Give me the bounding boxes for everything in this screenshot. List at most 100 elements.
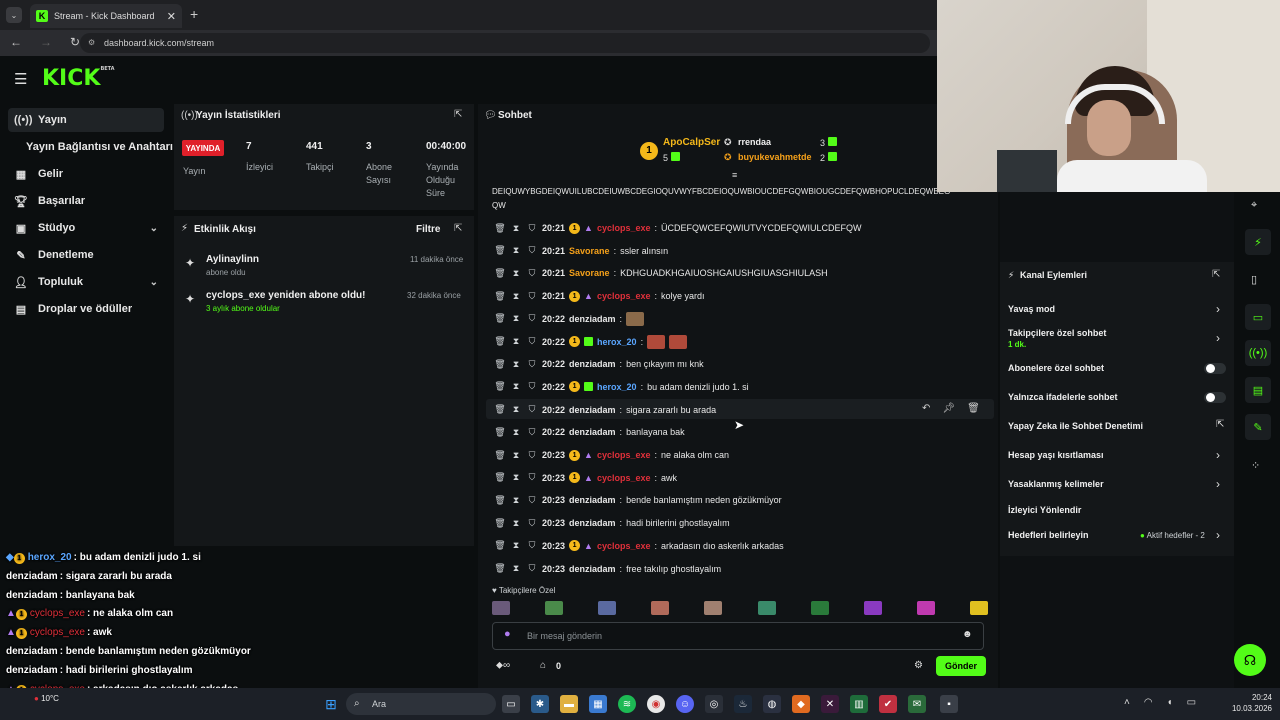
- wifi-icon[interactable]: ◠: [1144, 697, 1153, 708]
- timeout-icon[interactable]: ⧗: [510, 472, 522, 483]
- sidebar-item-basarilar[interactable]: 🏆︎ Başarılar: [8, 189, 164, 213]
- menu-icon[interactable]: ☰: [14, 70, 27, 88]
- emote-icon[interactable]: [810, 601, 829, 615]
- sidebar-item-yayin[interactable]: ((•)) Yayın: [8, 108, 164, 132]
- more-icon[interactable]: ⁘: [1251, 459, 1260, 472]
- mod-shield-icon[interactable]: ⛉: [526, 223, 538, 234]
- message-username[interactable]: denziadam: [569, 314, 616, 324]
- chat-message[interactable]: 🗑︎ ⧗ ⛉ 20:22 denziadam:: [494, 310, 645, 328]
- timeout-icon[interactable]: ⧗: [510, 336, 522, 347]
- delete-icon[interactable]: 🗑︎: [494, 450, 506, 461]
- send-button[interactable]: Gönder: [936, 656, 986, 676]
- chat-rail-icon[interactable]: ▭: [1245, 304, 1271, 330]
- chat-message-input[interactable]: Bir mesaj gönderin: [492, 622, 984, 650]
- chat-message[interactable]: 🗑︎ ⧗ ⛉ 20:23 denziadam: hadi birilerini ghost…: [494, 514, 729, 532]
- chat-message[interactable]: 🗑︎ ⧗ ⛉ 20:21 1 ▲ cyclops_exe: ÜCDEFQWCEFQWIUTVY…: [494, 219, 862, 237]
- timeout-icon[interactable]: ⧗: [510, 450, 522, 461]
- followers-chat-item[interactable]: Takipçilere özel sohbet: [1008, 328, 1106, 338]
- kick-logo[interactable]: KICKBETA: [42, 66, 115, 91]
- quick-actions-icon[interactable]: ⚡︎: [1245, 229, 1271, 255]
- volume-icon[interactable]: ◖: [1167, 697, 1173, 708]
- chrome-icon[interactable]: ◉: [647, 695, 665, 713]
- chat-message[interactable]: 🗑︎ ⧗ ⛉ 20:23 denziadam: free takılıp ghostlay…: [494, 560, 721, 578]
- timeout-icon[interactable]: ⧗: [510, 313, 522, 324]
- sidebar-item-droplar[interactable]: ▤ Droplar ve ödüller: [8, 297, 164, 321]
- close-tab-icon[interactable]: ✕: [167, 10, 176, 23]
- spotify-icon[interactable]: ≋: [618, 695, 636, 713]
- photos-icon[interactable]: ▦: [589, 695, 607, 713]
- timeout-icon[interactable]: ⧗: [510, 563, 522, 574]
- delete-icon[interactable]: 🗑︎: [494, 223, 506, 234]
- timeout-icon[interactable]: ⧗: [510, 427, 522, 438]
- timeout-icon[interactable]: ⧗: [510, 540, 522, 551]
- taskbar-search[interactable]: Ara: [346, 693, 496, 715]
- chat-message[interactable]: 🗑︎ ⧗ ⛉ 20:22 1 herox_20: bu adam denizli judo …: [494, 378, 749, 396]
- broadcast-rail-icon[interactable]: ((•)): [1245, 340, 1271, 366]
- message-username[interactable]: cyclops_exe: [597, 473, 651, 483]
- chevron-right-icon[interactable]: ›: [1216, 528, 1220, 542]
- weather-widget[interactable]: ● 10°C: [34, 694, 59, 703]
- reload-icon[interactable]: ↻: [70, 35, 80, 49]
- sidebar-item-denetleme[interactable]: ✎ Denetleme: [8, 243, 164, 267]
- mod-shield-icon[interactable]: ⛉: [526, 450, 538, 461]
- delete-icon[interactable]: 🗑︎: [494, 540, 506, 551]
- emote-icon[interactable]: [492, 601, 510, 615]
- mod-shield-icon[interactable]: ⛉: [526, 245, 538, 256]
- timeout-icon[interactable]: ⧗: [510, 359, 522, 370]
- popout-icon[interactable]: ⇱: [454, 109, 462, 120]
- chat-message[interactable]: 🗑︎ ⧗ ⛉ 20:22 denziadam: sigara zararlı bu ara…: [494, 401, 716, 419]
- delete-icon[interactable]: 🗑︎: [494, 313, 506, 324]
- emote-icon[interactable]: [863, 601, 882, 615]
- chat-message[interactable]: 🗑︎ ⧗ ⛉ 20:22 denziadam: ben çıkayım mı knk: [494, 355, 703, 373]
- mod-shield-icon[interactable]: ⛉: [526, 291, 538, 302]
- app-icon[interactable]: ◍: [763, 695, 781, 713]
- file-explorer-icon[interactable]: ▬: [560, 695, 578, 713]
- filter-button[interactable]: Filtre: [416, 224, 440, 235]
- subs-chat-toggle[interactable]: [1204, 363, 1226, 374]
- message-username[interactable]: denziadam: [569, 564, 616, 574]
- chevron-right-icon[interactable]: ›: [1216, 302, 1220, 316]
- emote-icon[interactable]: [916, 601, 935, 615]
- store-icon[interactable]: ⌂: [540, 660, 546, 671]
- delete-icon[interactable]: 🗑︎: [494, 245, 506, 256]
- back-icon[interactable]: ←: [10, 35, 22, 49]
- message-username[interactable]: herox_20: [597, 382, 637, 392]
- message-username[interactable]: Savorane: [569, 268, 610, 278]
- tab-search-button[interactable]: ⌄: [6, 7, 22, 23]
- wrench-icon[interactable]: ✎: [1245, 414, 1271, 440]
- mod-shield-icon[interactable]: ⛉: [526, 427, 538, 438]
- delete-icon[interactable]: 🗑︎: [494, 381, 506, 392]
- goals-item[interactable]: Hedefleri belirleyin: [1008, 530, 1089, 540]
- layout-rail-icon[interactable]: ▤: [1245, 377, 1271, 403]
- message-username[interactable]: cyclops_exe: [597, 541, 651, 551]
- timeout-icon[interactable]: ⧗: [510, 404, 522, 415]
- app-icon[interactable]: ▪: [940, 695, 958, 713]
- delete-icon[interactable]: 🗑︎: [494, 495, 506, 506]
- help-icon[interactable]: ☊: [1234, 644, 1266, 676]
- chat-message[interactable]: 🗑︎ ⧗ ⛉ 20:23 1 ▲ cyclops_exe: ne alaka olm can: [494, 446, 729, 464]
- steam-icon[interactable]: ♨: [734, 695, 752, 713]
- slow-mode-item[interactable]: Yavaş mod: [1008, 304, 1055, 314]
- chat-message[interactable]: 🗑︎ ⧗ ⛉ 20:22 denziadam: banlayana bak: [494, 423, 684, 441]
- timeout-icon[interactable]: ⧗: [510, 291, 522, 302]
- gear-icon[interactable]: ⚙: [914, 660, 923, 671]
- delete-icon[interactable]: 🗑︎: [494, 427, 506, 438]
- timeout-icon[interactable]: ⧗: [510, 223, 522, 234]
- redirect-item[interactable]: İzleyici Yönlendir: [1008, 505, 1081, 515]
- sidebar-item-topluluk[interactable]: 👤︎ Topluluk ⌄: [8, 270, 164, 294]
- mod-shield-icon[interactable]: ⛉: [526, 495, 538, 506]
- chat-message[interactable]: 🗑︎ ⧗ ⛉ 20:21 Savorane: ssler alınsın: [494, 242, 668, 260]
- message-username[interactable]: cyclops_exe: [597, 291, 651, 301]
- app-icon[interactable]: ✕: [821, 695, 839, 713]
- delete-icon[interactable]: 🗑︎: [494, 518, 506, 529]
- message-username[interactable]: denziadam: [569, 405, 616, 415]
- timeout-icon[interactable]: ⧗: [510, 495, 522, 506]
- notes-icon[interactable]: ▯: [1251, 273, 1257, 286]
- windows-start-icon[interactable]: ⊞: [322, 695, 340, 713]
- message-username[interactable]: Savorane: [569, 246, 610, 256]
- url-field[interactable]: dashboard.kick.com/stream: [80, 33, 930, 53]
- mod-shield-icon[interactable]: ⛉: [526, 336, 538, 347]
- task-view-icon[interactable]: ▭: [502, 695, 520, 713]
- app-icon[interactable]: ▥: [850, 695, 868, 713]
- mod-shield-icon[interactable]: ⛉: [526, 381, 538, 392]
